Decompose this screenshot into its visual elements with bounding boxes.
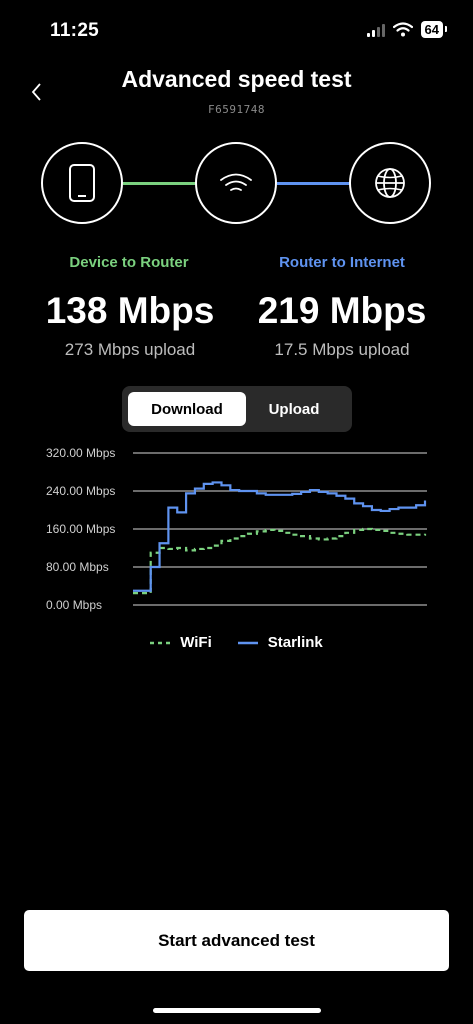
download-upload-toggle: Download Upload [122,386,352,432]
tab-download[interactable]: Download [128,392,246,426]
speed-chart: 320.00 Mbps 240.00 Mbps 160.00 Mbps 80.00 M… [46,446,427,612]
battery-icon: 64 [420,21,448,38]
y-tick-label: 240.00 Mbps [46,484,115,498]
start-advanced-test-button[interactable]: Start advanced test [24,910,449,971]
device-to-router-upload: 273 Mbps upload [64,340,196,359]
legend-starlink-label: Starlink [267,634,323,651]
device-router-link [123,182,197,185]
legend-item-wifi: WiFi [150,634,212,651]
internet-node [349,142,431,224]
legend-item-starlink: Starlink [237,634,323,651]
router-internet-link [277,182,351,185]
wifi-icon [220,173,252,191]
router-to-internet-upload: 17.5 Mbps upload [274,340,410,359]
device-to-router-label: Device to Router [69,254,189,271]
device-to-router-download: 138 Mbps [45,290,215,331]
globe-icon [375,168,405,198]
y-tick-label: 160.00 Mbps [46,522,115,536]
tab-upload[interactable]: Upload [242,392,346,426]
status-time: 11:25 [50,20,100,41]
y-tick-label: 80.00 Mbps [46,560,109,574]
page-title: Advanced speed test [121,66,352,92]
home-indicator [153,1008,321,1013]
series-line-wifi [133,527,427,595]
status-icons: 64 [366,21,448,38]
cell-signal-icon [366,23,385,37]
chart-legend: WiFi Starlink [0,634,473,651]
router-node [195,142,277,224]
wifi-status-icon [392,22,413,37]
legend-starlink-swatch [237,641,258,644]
router-to-internet-label: Router to Internet [279,254,405,271]
device-id: F6591748 [208,103,265,116]
y-tick-label: 320.00 Mbps [46,446,115,460]
phone-icon [69,164,95,202]
legend-wifi-swatch [150,641,171,644]
device-node [41,142,123,224]
legend-wifi-label: WiFi [180,634,212,651]
y-tick-label: 0.00 Mbps [46,598,102,612]
router-to-internet-download: 219 Mbps [257,290,427,331]
series-line-starlink [133,481,427,592]
